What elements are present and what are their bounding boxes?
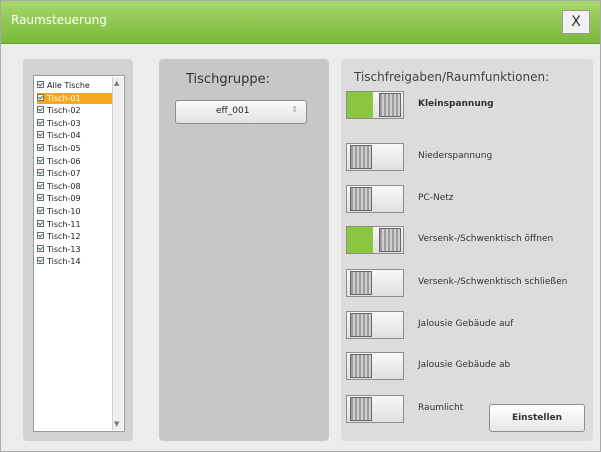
table-group-select[interactable]: eff_001 ⇕ — [175, 100, 307, 124]
list-item-label: Tisch-05 — [47, 144, 81, 153]
scroll-down-icon[interactable]: ▼ — [114, 420, 119, 428]
list-item-label: Tisch-09 — [47, 194, 81, 204]
toggle-knob[interactable] — [350, 187, 372, 211]
table-group-value: eff_001 — [216, 106, 250, 116]
checkbox[interactable] — [37, 219, 44, 227]
function-row: Jalousie Gebäude auf — [346, 311, 586, 345]
window-title: Raumsteuerung — [11, 13, 107, 27]
function-label: PC-Netz — [418, 193, 454, 203]
toggle-knob[interactable] — [350, 271, 372, 295]
function-toggle[interactable] — [346, 143, 404, 171]
list-item-label: Tisch-03 — [47, 118, 81, 128]
list-item[interactable]: Tisch-05 — [37, 143, 112, 154]
list-item[interactable]: Tisch-09 — [37, 193, 112, 204]
toggle-knob[interactable] — [379, 228, 401, 252]
list-item-label: Tisch-13 — [47, 244, 81, 254]
list-item-label: Tisch-06 — [47, 156, 81, 166]
title-bar: Raumsteuerung X — [1, 1, 600, 44]
list-item-label: Tisch-04 — [47, 131, 81, 141]
list-item[interactable]: Tisch-03 — [37, 118, 112, 129]
room-control-window: Raumsteuerung X ▲ ▼ Alle Tische Tisch-01 T… — [0, 0, 601, 452]
functions-panel: Tischfreigaben/Raumfunktionen: Einstelle… — [341, 59, 593, 441]
checkbox[interactable] — [37, 93, 44, 101]
table-group-label: Tischgruppe: — [186, 72, 271, 87]
toggle-knob[interactable] — [379, 93, 401, 117]
list-item-label: Tisch-11 — [47, 219, 81, 229]
list-item-label: Tisch-14 — [47, 257, 81, 267]
function-label: Versenk-/Schwenktisch öffnen — [418, 234, 554, 244]
list-item-label: Tisch-12 — [47, 232, 81, 242]
function-toggle[interactable] — [346, 226, 404, 254]
table-group-panel: Tischgruppe: eff_001 ⇕ — [159, 59, 329, 441]
list-item[interactable]: Tisch-01 — [37, 92, 112, 104]
function-label: Jalousie Gebäude ab — [418, 360, 511, 370]
function-row: Versenk-/Schwenktisch schließen — [346, 269, 586, 303]
function-label: Raumlicht — [418, 403, 464, 413]
function-toggle[interactable] — [346, 185, 404, 213]
function-row: Kleinspannung — [346, 91, 586, 125]
list-item[interactable]: Tisch-14 — [37, 256, 112, 267]
checkbox[interactable] — [37, 81, 44, 88]
function-toggle[interactable] — [346, 395, 404, 423]
function-row: PC-Netz — [346, 185, 586, 219]
table-listbox[interactable]: ▲ ▼ Alle Tische Tisch-01 Tisch-02 Tisch-03 T… — [33, 75, 125, 432]
close-button[interactable]: X — [562, 10, 590, 34]
checkbox[interactable] — [37, 131, 44, 139]
function-toggle[interactable] — [346, 352, 404, 380]
table-list-panel: ▲ ▼ Alle Tische Tisch-01 Tisch-02 Tisch-03 T… — [23, 59, 133, 441]
toggle-on-indicator — [347, 227, 373, 253]
toggle-on-indicator — [347, 92, 373, 118]
spinner-icon[interactable]: ⇕ — [291, 105, 298, 114]
list-item[interactable]: Tisch-11 — [37, 219, 112, 230]
function-label: Kleinspannung — [418, 99, 494, 109]
function-toggle[interactable] — [346, 311, 404, 339]
list-item-label: Tisch-02 — [47, 106, 81, 116]
list-item[interactable]: Tisch-06 — [37, 156, 112, 167]
function-row: Versenk-/Schwenktisch öffnen — [346, 226, 586, 260]
function-label: Versenk-/Schwenktisch schließen — [418, 277, 568, 287]
list-item[interactable]: Tisch-02 — [37, 105, 112, 116]
toggle-knob[interactable] — [350, 145, 372, 169]
checkbox[interactable] — [37, 144, 44, 151]
checkbox[interactable] — [37, 194, 44, 202]
checkbox[interactable] — [37, 207, 44, 214]
checkbox[interactable] — [37, 257, 44, 265]
list-item[interactable]: Tisch-12 — [37, 231, 112, 242]
list-item-label: Tisch-10 — [47, 207, 81, 216]
toggle-knob[interactable] — [350, 397, 372, 421]
checkbox[interactable] — [37, 169, 44, 177]
scroll-up-icon[interactable]: ▲ — [114, 79, 119, 87]
list-item[interactable]: Tisch-04 — [37, 130, 112, 141]
functions-heading: Tischfreigaben/Raumfunktionen: — [354, 70, 550, 84]
function-row: Niederspannung — [346, 143, 586, 177]
list-item[interactable]: Tisch-10 — [37, 206, 112, 217]
list-item-label: Tisch-01 — [47, 93, 81, 103]
list-item[interactable]: Alle Tische — [37, 80, 112, 91]
checkbox[interactable] — [37, 106, 44, 114]
toggle-knob[interactable] — [350, 313, 372, 337]
function-toggle[interactable] — [346, 269, 404, 297]
function-label: Niederspannung — [418, 151, 493, 161]
function-toggle[interactable] — [346, 91, 404, 119]
list-item[interactable]: Tisch-07 — [37, 168, 112, 179]
toggle-knob[interactable] — [350, 354, 372, 378]
list-item-label: Alle Tische — [47, 81, 90, 90]
function-row: Jalousie Gebäude ab — [346, 352, 586, 386]
function-row: Raumlicht — [346, 395, 586, 429]
checkbox[interactable] — [37, 118, 44, 126]
checkbox[interactable] — [37, 232, 44, 240]
list-item[interactable]: Tisch-13 — [37, 244, 112, 255]
list-item[interactable]: Tisch-08 — [37, 181, 112, 192]
list-item-label: Tisch-07 — [47, 169, 81, 179]
checkbox[interactable] — [37, 181, 44, 189]
checkbox[interactable] — [37, 244, 44, 252]
list-scrollbar[interactable]: ▲ ▼ — [112, 77, 123, 430]
function-label: Jalousie Gebäude auf — [418, 319, 514, 329]
checkbox[interactable] — [37, 156, 44, 164]
list-item-label: Tisch-08 — [47, 181, 81, 191]
